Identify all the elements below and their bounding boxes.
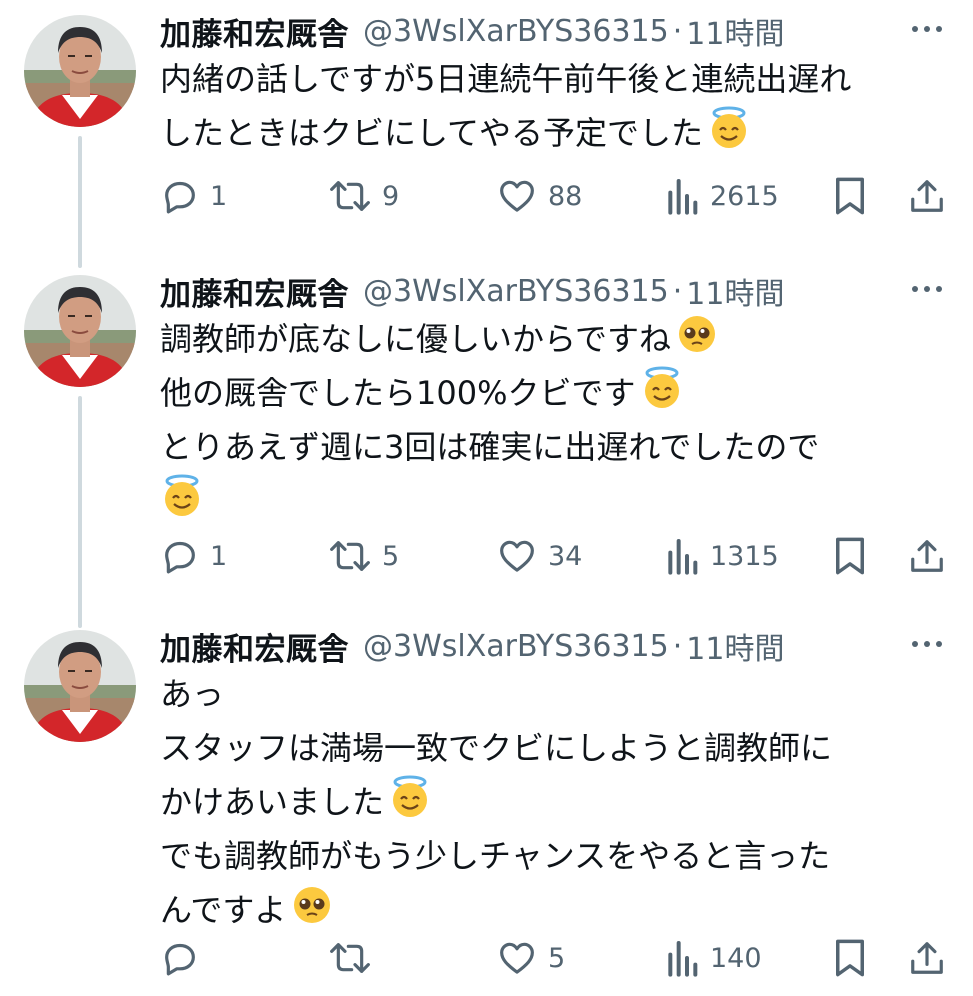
views-count: 2615 [710, 180, 779, 212]
text-line-wrap: んですよ [160, 883, 950, 937]
text-line-wrap: したときはクビにしてやる予定でした [160, 106, 950, 160]
bookmark-icon [832, 535, 868, 577]
text-line: かけあいました [160, 783, 385, 821]
smiling-face-with-halo-icon [160, 474, 204, 534]
text-line: とりあえず週に3回は確実に出遅れでしたので [160, 428, 820, 466]
like-button[interactable]: 88 [496, 168, 582, 224]
retweet-count: 9 [382, 180, 400, 212]
share-icon [908, 176, 946, 216]
text-line-wrap: 調教師が底なしに優しいからですね [160, 312, 950, 366]
smiling-face-with-halo-icon [388, 775, 432, 835]
share-button[interactable] [908, 930, 946, 986]
separator: · [672, 13, 683, 49]
retweet-count: 5 [382, 540, 400, 572]
more-icon[interactable] [907, 14, 947, 44]
text-line: したときはクビにしてやる予定でした [160, 114, 704, 152]
timestamp[interactable]: 11時間 [686, 624, 784, 668]
like-icon [496, 536, 538, 576]
share-button[interactable] [908, 528, 946, 584]
reply-icon [160, 176, 200, 216]
tweet-header: 加藤和宏厩舎 @3WslXarBYS36315 · 11時間 [160, 9, 953, 54]
text-line: 他の厩舎でしたら100%クビです [160, 374, 636, 412]
text-line: スタッフは満場一致でクビにしようと調教師に [160, 729, 833, 767]
retweet-button[interactable]: 5 [328, 528, 399, 584]
author-handle[interactable]: @3WslXarBYS36315 [363, 629, 669, 664]
tweet[interactable]: 加藤和宏厩舎 @3WslXarBYS36315 · 11時間 内緒の話しですが5… [0, 10, 973, 250]
tweet-text: 内緒の話しですが5日連続午前午後と連続出遅れ したときはクビにしてやる予定でした [160, 52, 950, 160]
text-line-wrap [160, 474, 950, 528]
reply-icon [160, 938, 200, 978]
author-name[interactable]: 加藤和宏厩舎 [160, 269, 349, 314]
more-icon[interactable] [907, 274, 947, 304]
retweet-icon [328, 176, 372, 216]
share-icon [908, 536, 946, 576]
tweet[interactable]: 加藤和宏厩舎 @3WslXarBYS36315 · 11時間 調教師が底なしに優… [0, 270, 973, 610]
like-count: 5 [548, 942, 566, 974]
reply-button[interactable] [160, 930, 210, 986]
text-line: 調教師が底なしに優しいからですね [160, 320, 672, 358]
author-name[interactable]: 加藤和宏厩舎 [160, 9, 349, 54]
views-count: 1315 [710, 540, 779, 572]
reply-button[interactable]: 1 [160, 168, 227, 224]
views-icon [664, 938, 700, 978]
views-button[interactable]: 2615 [664, 168, 779, 224]
like-button[interactable]: 5 [496, 930, 565, 986]
pleading-face-icon [675, 312, 719, 372]
text-line-wrap: かけあいました [160, 775, 950, 829]
tweet-actions: 1 5 34 1315 [160, 528, 950, 584]
retweet-icon [328, 938, 372, 978]
author-handle[interactable]: @3WslXarBYS36315 [363, 274, 669, 309]
reply-button[interactable]: 1 [160, 528, 227, 584]
like-icon [496, 938, 538, 978]
text-line: あっ [160, 675, 225, 713]
avatar[interactable] [24, 275, 136, 387]
tweet-header: 加藤和宏厩舎 @3WslXarBYS36315 · 11時間 [160, 269, 953, 314]
share-button[interactable] [908, 168, 946, 224]
text-line: 内緒の話しですが5日連続午前午後と連続出遅れ [160, 60, 852, 98]
avatar[interactable] [24, 630, 136, 742]
views-button[interactable]: 140 [664, 930, 762, 986]
like-button[interactable]: 34 [496, 528, 582, 584]
more-icon[interactable] [907, 629, 947, 659]
bookmark-button[interactable] [832, 528, 868, 584]
separator: · [672, 628, 683, 664]
bookmark-icon [832, 937, 868, 979]
views-button[interactable]: 1315 [664, 528, 779, 584]
reply-count: 1 [210, 540, 228, 572]
bookmark-button[interactable] [832, 930, 868, 986]
avatar[interactable] [24, 15, 136, 127]
share-icon [908, 938, 946, 978]
tweet-text: 調教師が底なしに優しいからですね 他の厩舎でしたら100%クビです とりあえず週… [160, 312, 950, 528]
tweet-text: あっ スタッフは満場一致でクビにしようと調教師に かけあいました でも調教師がも… [160, 667, 950, 937]
like-icon [496, 176, 538, 216]
retweet-button[interactable]: 9 [328, 168, 399, 224]
timestamp[interactable]: 11時間 [686, 269, 784, 313]
text-line: んですよ [160, 891, 287, 929]
like-count: 34 [548, 540, 583, 572]
author-name[interactable]: 加藤和宏厩舎 [160, 624, 349, 669]
tweet-thread: 加藤和宏厩舎 @3WslXarBYS36315 · 11時間 内緒の話しですが5… [0, 0, 973, 996]
views-icon [664, 536, 700, 576]
separator: · [672, 273, 683, 309]
tweet-actions: 5 140 [160, 930, 950, 986]
tweet-actions: 1 9 88 2615 [160, 168, 950, 224]
bookmark-icon [832, 175, 868, 217]
author-handle[interactable]: @3WslXarBYS36315 [363, 14, 669, 49]
reply-icon [160, 536, 200, 576]
tweet-header: 加藤和宏厩舎 @3WslXarBYS36315 · 11時間 [160, 624, 953, 669]
tweet[interactable]: 加藤和宏厩舎 @3WslXarBYS36315 · 11時間 あっ スタッフは満… [0, 625, 973, 996]
text-line: でも調教師がもう少しチャンスをやると言った [160, 837, 831, 875]
timestamp[interactable]: 11時間 [686, 9, 784, 53]
reply-count: 1 [210, 180, 228, 212]
smiling-face-with-halo-icon [707, 106, 751, 166]
views-icon [664, 176, 700, 216]
retweet-button[interactable] [328, 930, 382, 986]
text-line-wrap: 他の厩舎でしたら100%クビです [160, 366, 950, 420]
like-count: 88 [548, 180, 583, 212]
bookmark-button[interactable] [832, 168, 868, 224]
smiling-face-with-halo-icon [640, 366, 684, 426]
views-count: 140 [710, 942, 762, 974]
retweet-icon [328, 536, 372, 576]
